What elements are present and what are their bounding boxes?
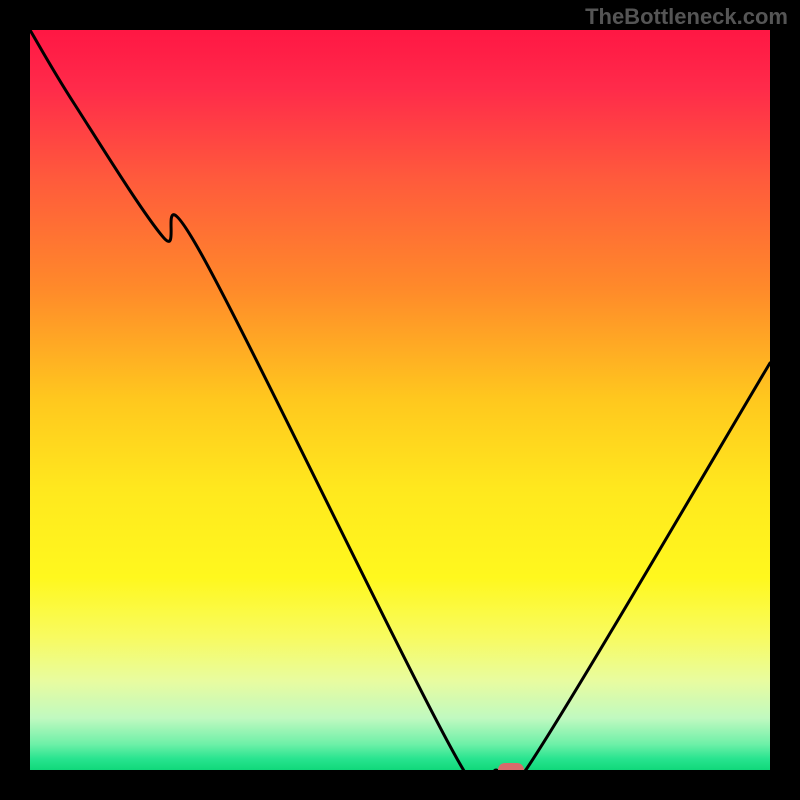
watermark-label: TheBottleneck.com [585, 4, 788, 30]
chart-container: TheBottleneck.com [0, 0, 800, 800]
plot-area [30, 30, 770, 770]
bottleneck-curve [30, 30, 770, 770]
optimal-marker [498, 763, 524, 770]
